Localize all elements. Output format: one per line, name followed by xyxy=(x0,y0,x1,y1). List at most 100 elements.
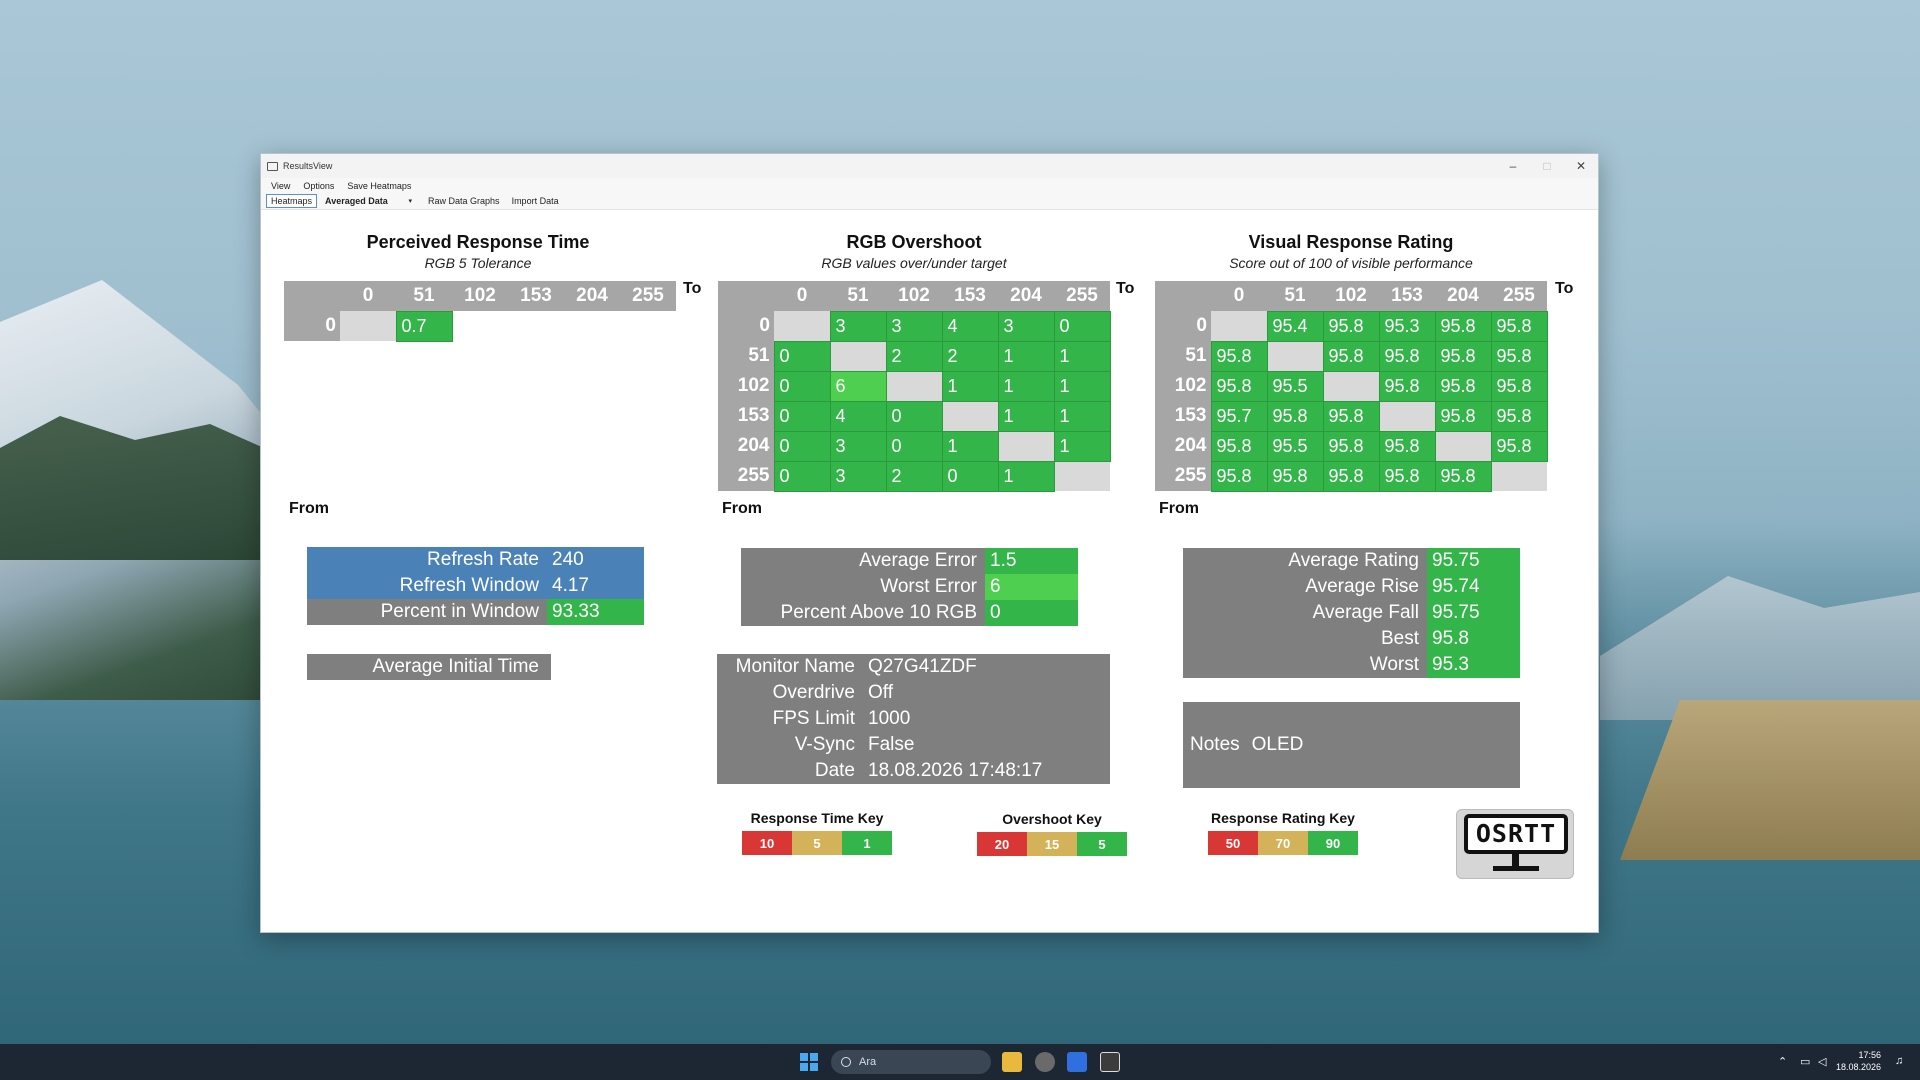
app-circle-icon[interactable] xyxy=(1035,1052,1055,1072)
tab-raw-data-graphs[interactable]: Raw Data Graphs xyxy=(424,195,504,207)
heatmap-cell: 0 xyxy=(773,400,831,432)
key-cell: 15 xyxy=(1027,832,1077,856)
heatmap-cell: 1 xyxy=(997,340,1055,372)
app-star-icon[interactable] xyxy=(1067,1052,1087,1072)
overshoot-heatmap: 0 51 102 153 204 255 0 3 3 4 3 0 51 0 2 xyxy=(718,281,1111,492)
key-cell: 50 xyxy=(1208,831,1258,855)
title-bar: ResultsView – □ ✕ xyxy=(261,154,1598,178)
heatmap-cell: 95.8 xyxy=(1322,310,1380,342)
heatmap-cell xyxy=(774,311,830,341)
file-explorer-icon[interactable] xyxy=(1002,1052,1022,1072)
average-error-label: Average Error xyxy=(859,550,977,571)
worst-label: Worst xyxy=(1369,654,1419,675)
chevron-up-icon[interactable]: ⌃ xyxy=(1778,1055,1787,1068)
col-header: 255 xyxy=(1491,281,1547,311)
percent-above-value: 0 xyxy=(985,600,1078,626)
clock[interactable]: 17:56 18.08.2026 xyxy=(1836,1049,1881,1073)
heatmap-cell: 1 xyxy=(1053,430,1111,462)
vrr-subtitle: Score out of 100 of visible performance xyxy=(1229,255,1473,271)
col-header: 0 xyxy=(774,281,830,311)
search-placeholder: Ara xyxy=(859,1056,877,1068)
heatmap-cell: 1 xyxy=(1053,370,1111,402)
network-icon[interactable]: ▭ xyxy=(1800,1055,1810,1068)
heatmap-cell: 95.8 xyxy=(1378,340,1436,372)
average-error-row: Average Error 1.5 xyxy=(741,548,1078,574)
heatmap-cell: 95.4 xyxy=(1266,310,1324,342)
refresh-window-value: 4.17 xyxy=(552,575,589,596)
refresh-rate-label: Refresh Rate xyxy=(427,549,539,570)
heatmap-cell: 95.8 xyxy=(1378,430,1436,462)
row-header: 255 xyxy=(718,461,774,491)
osrtt-taskbar-icon[interactable] xyxy=(1100,1052,1120,1072)
heatmap-cell xyxy=(452,311,508,341)
prt-to-label: To xyxy=(683,280,702,297)
row-header: 51 xyxy=(718,341,774,371)
heatmap-cell xyxy=(886,371,942,401)
heatmap-cell: 0.7 xyxy=(395,310,453,342)
chevron-down-icon: ▾ xyxy=(408,198,413,205)
worst-value: 95.3 xyxy=(1427,652,1520,678)
averaged-data-dropdown[interactable]: Averaged Data ▾ xyxy=(321,195,416,207)
taskbar-search[interactable]: Ara xyxy=(831,1050,991,1074)
heatmap-cell: 95.8 xyxy=(1490,430,1548,462)
refresh-rate-row: Refresh Rate 240 xyxy=(307,547,644,573)
heatmap-cell: 95.8 xyxy=(1210,340,1268,372)
col-header: 255 xyxy=(1054,281,1110,311)
key-cell: 5 xyxy=(792,831,842,855)
overshoot-to-label: To xyxy=(1116,280,1135,297)
tab-bar: Heatmaps Averaged Data ▾ Raw Data Graphs… xyxy=(261,193,1598,210)
menu-options[interactable]: Options xyxy=(303,181,334,191)
volume-icon[interactable]: ◁ xyxy=(1818,1055,1826,1068)
window-title: ResultsView xyxy=(283,161,333,171)
worst-error-value: 6 xyxy=(985,574,1078,600)
clock-date: 18.08.2026 xyxy=(1836,1062,1882,1072)
results-view-window: ResultsView – □ ✕ View Options Save Heat… xyxy=(260,153,1599,933)
response-rating-key-title: Response Rating Key xyxy=(1211,810,1355,826)
heatmap-cell xyxy=(620,311,676,341)
heatmap-cell: 2 xyxy=(941,340,999,372)
percent-in-window-row: Percent in Window 93.33 xyxy=(307,599,644,625)
percent-above-label: Percent Above 10 RGB xyxy=(780,602,977,623)
overshoot-title: RGB Overshoot xyxy=(846,232,982,252)
maximize-button[interactable]: □ xyxy=(1530,159,1564,173)
tab-import-data[interactable]: Import Data xyxy=(508,195,563,207)
col-header: 102 xyxy=(886,281,942,311)
overshoot-subtitle: RGB values over/under target xyxy=(821,255,1007,271)
heatmap-cell: 95.8 xyxy=(1490,310,1548,342)
minimize-button[interactable]: – xyxy=(1496,159,1530,173)
heatmaps-content: Perceived Response Time RGB 5 Tolerance … xyxy=(261,210,1598,932)
key-cell: 1 xyxy=(842,831,892,855)
worst-error-label: Worst Error xyxy=(880,576,977,597)
col-header: 51 xyxy=(396,281,452,311)
menu-view[interactable]: View xyxy=(271,181,290,191)
heatmap-cell: 1 xyxy=(997,370,1055,402)
heatmap-cell: 3 xyxy=(885,310,943,342)
close-button[interactable]: ✕ xyxy=(1564,159,1598,173)
overshoot-key-title: Overshoot Key xyxy=(1002,811,1102,827)
average-rise-row: Average Rise 95.74 xyxy=(1183,574,1520,600)
notification-bell-icon[interactable]: ♫ xyxy=(1895,1055,1903,1067)
prt-from-label: From xyxy=(289,500,329,517)
percent-in-window-value: 93.33 xyxy=(547,599,644,625)
heatmap-cell: 95.8 xyxy=(1322,430,1380,462)
windows-start-icon[interactable] xyxy=(800,1053,818,1071)
row-header: 153 xyxy=(1155,401,1211,431)
heatmap-cell xyxy=(1054,461,1110,491)
heatmap-cell: 1 xyxy=(941,370,999,402)
heatmap-cell: 4 xyxy=(941,310,999,342)
average-fall-label: Average Fall xyxy=(1312,602,1419,623)
average-rating-label: Average Rating xyxy=(1288,550,1419,571)
menu-save-heatmaps[interactable]: Save Heatmaps xyxy=(347,181,411,191)
vsync-label: V-Sync xyxy=(794,734,855,755)
heatmap-cell: 95.8 xyxy=(1434,310,1492,342)
col-header: 102 xyxy=(1323,281,1379,311)
wallpaper-grass-right xyxy=(1620,700,1920,860)
heatmap-cell xyxy=(1211,311,1267,341)
refresh-rate-value: 240 xyxy=(552,549,584,570)
heatmap-cell: 95.8 xyxy=(1434,370,1492,402)
percent-above-row: Percent Above 10 RGB 0 xyxy=(741,600,1078,626)
heatmap-cell: 0 xyxy=(885,430,943,462)
overdrive-label: Overdrive xyxy=(772,682,855,703)
tab-heatmaps[interactable]: Heatmaps xyxy=(266,194,318,208)
heatmap-cell: 95.8 xyxy=(1266,460,1324,492)
